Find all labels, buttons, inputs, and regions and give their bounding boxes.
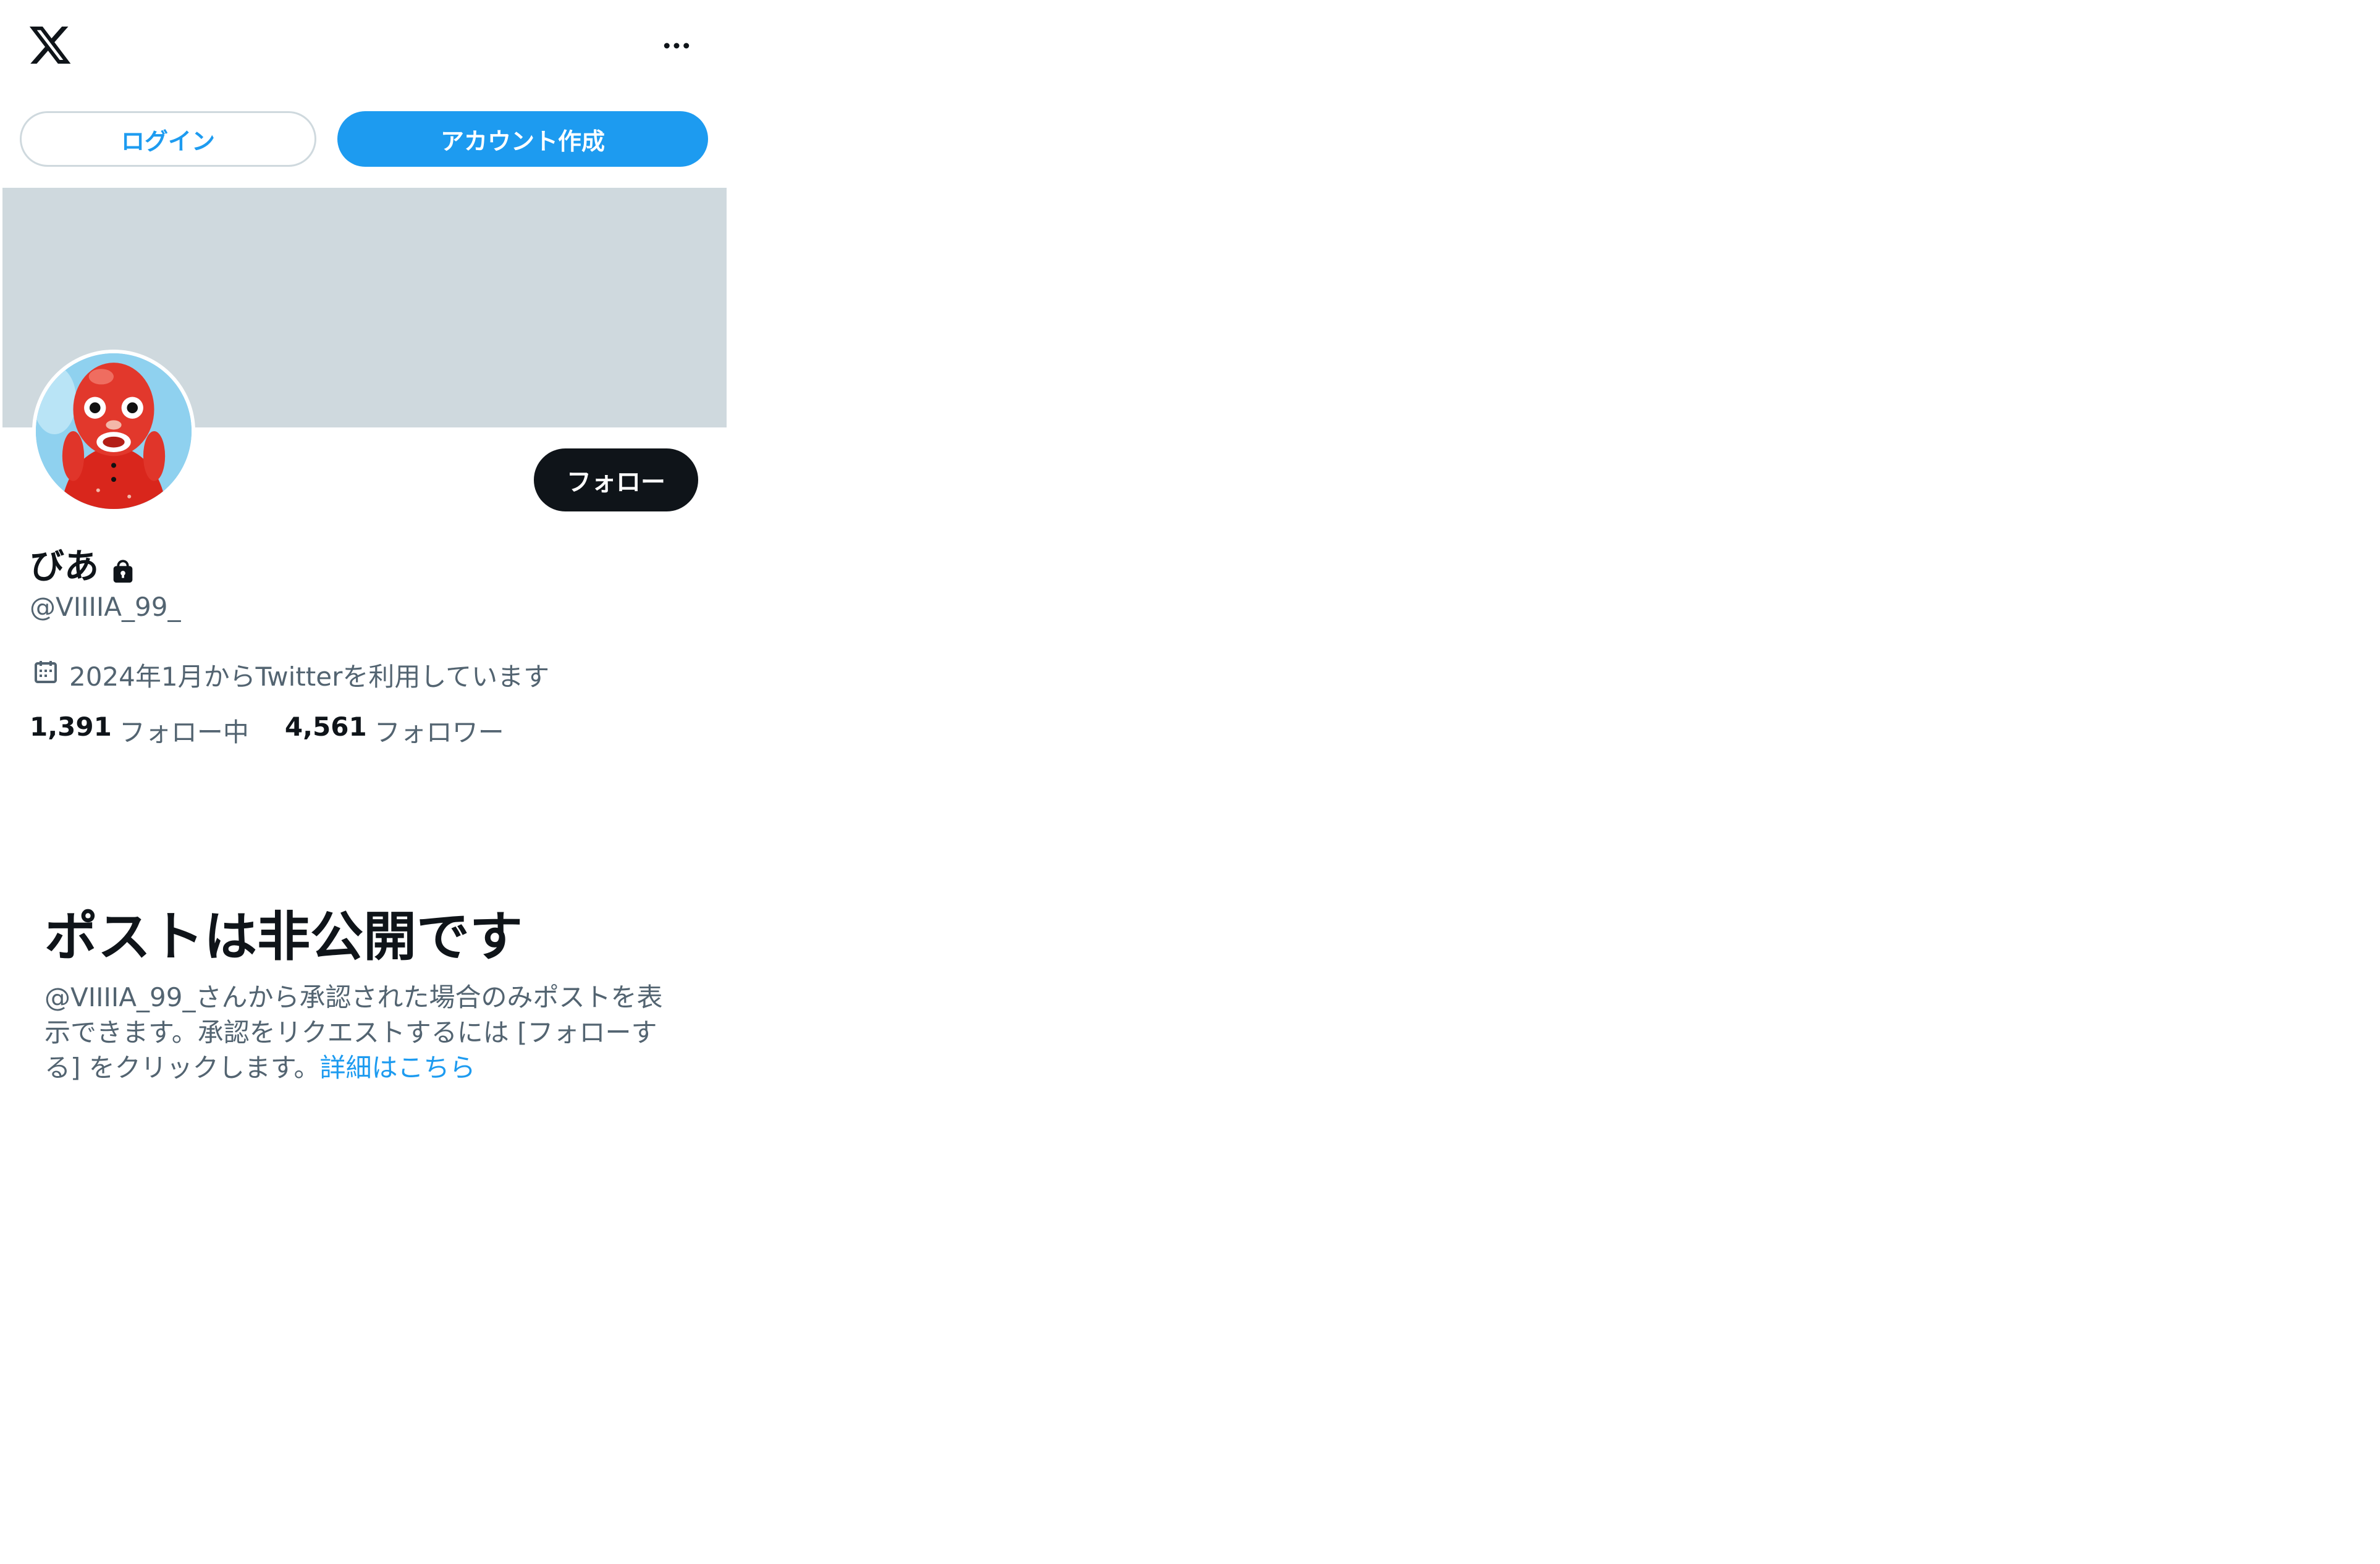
- join-date: 2024年1月からTwitterを利用しています: [31, 656, 549, 694]
- x-logo-icon[interactable]: [27, 22, 73, 68]
- more-options-button[interactable]: [655, 28, 698, 63]
- login-button[interactable]: ログイン: [20, 111, 316, 167]
- learn-more-link[interactable]: 詳細はこちら: [320, 1053, 476, 1083]
- private-notice-title: ポストは非公開です: [44, 906, 523, 968]
- follow-button[interactable]: フォロー: [534, 448, 698, 511]
- avatar[interactable]: [32, 350, 195, 513]
- private-notice-description: @VIIIIA_99_さんから承認された場合のみポストを表示できます。承認をリク…: [44, 980, 669, 1085]
- lock-icon: [109, 552, 137, 583]
- followers-stat[interactable]: 4,561 フォロワー: [285, 712, 504, 749]
- following-count: 1,391: [30, 712, 112, 742]
- auth-buttons: ログイン アカウント作成: [20, 111, 712, 169]
- following-stat[interactable]: 1,391 フォロー中: [30, 712, 249, 749]
- display-name-row: びあ: [30, 542, 137, 592]
- follow-stats: 1,391 フォロー中 4,561 フォロワー: [30, 712, 504, 749]
- following-label: フォロー中: [119, 717, 249, 747]
- user-handle: @VIIIIA_99_: [30, 592, 181, 622]
- display-name: びあ: [30, 547, 99, 587]
- top-bar: [0, 0, 727, 93]
- followers-count: 4,561: [284, 712, 367, 742]
- calendar-icon: [31, 657, 61, 693]
- followers-label: フォロワー: [374, 717, 504, 747]
- join-date-text: 2024年1月からTwitterを利用しています: [69, 662, 550, 692]
- profile-page: ログイン アカウント作成 フォロー びあ @VIIIIA_99_ 2024年1月…: [0, 0, 727, 1564]
- more-horizontal-icon: [664, 43, 690, 49]
- signup-button[interactable]: アカウント作成: [337, 111, 708, 167]
